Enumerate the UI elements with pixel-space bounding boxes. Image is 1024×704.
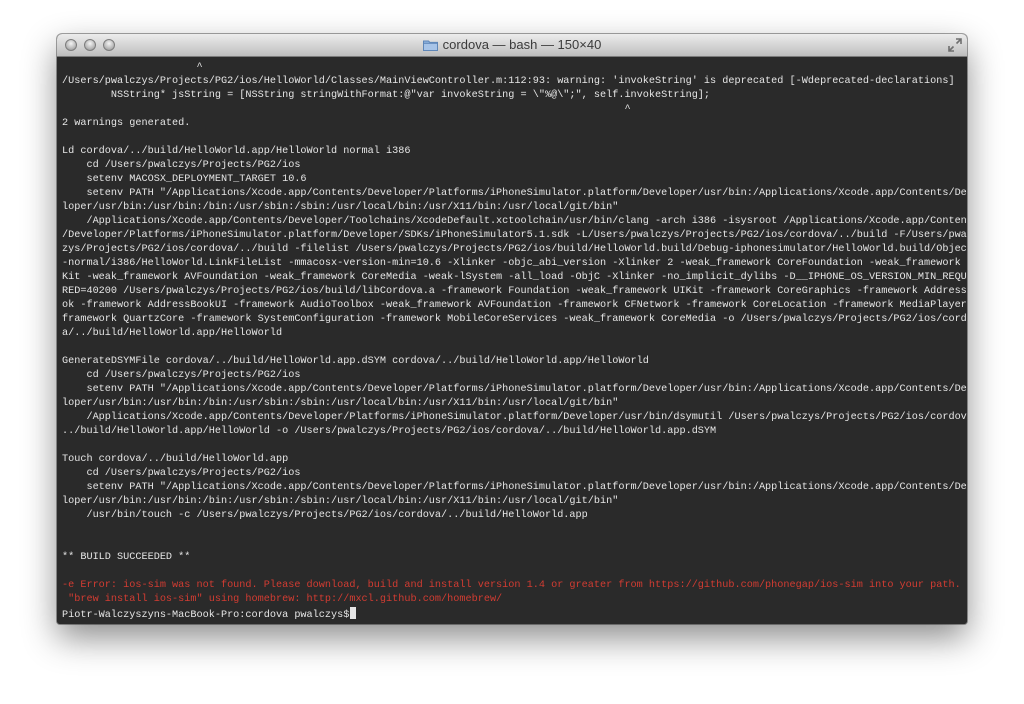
terminal-line: /Applications/Xcode.app/Contents/Develop… xyxy=(62,216,967,227)
terminal-line: Kit -weak_framework AVFoundation -weak_f… xyxy=(62,272,967,283)
terminal-line: ^ xyxy=(62,104,631,115)
terminal-line: zys/Projects/PG2/ios/cordova/../build -f… xyxy=(62,244,967,255)
terminal-line: /Applications/Xcode.app/Contents/Develop… xyxy=(62,412,967,423)
terminal-line: a/../build/HelloWorld.app/HelloWorld xyxy=(62,328,283,339)
folder-icon xyxy=(422,40,438,51)
terminal-line: cd /Users/pwalczys/Projects/PG2/ios xyxy=(62,160,301,171)
title-bar[interactable]: cordova — bash — 150×40 xyxy=(57,34,967,57)
terminal-line: RED=40200 /Users/pwalczys/Projects/PG2/i… xyxy=(62,286,967,297)
terminal-line: 2 warnings generated. xyxy=(62,118,191,129)
terminal-line: loper/usr/bin:/usr/bin:/bin:/usr/sbin:/s… xyxy=(62,496,619,507)
terminal-error-line: -e Error: ios-sim was not found. Please … xyxy=(62,580,967,591)
terminal-window[interactable]: cordova — bash — 150×40 ^ /Users/pwalczys… xyxy=(57,34,967,624)
fullscreen-icon[interactable] xyxy=(948,38,962,52)
terminal-line: Touch cordova/../build/HelloWorld.app xyxy=(62,454,289,465)
terminal-line: ** BUILD SUCCEEDED ** xyxy=(62,552,191,563)
terminal-error-line: "brew install ios-sim" using homebrew: h… xyxy=(62,594,503,605)
terminal-line: loper/usr/bin:/usr/bin:/bin:/usr/sbin:/s… xyxy=(62,202,619,213)
terminal-line: cd /Users/pwalczys/Projects/PG2/ios xyxy=(62,468,301,479)
terminal-line: GenerateDSYMFile cordova/../build/HelloW… xyxy=(62,356,649,367)
terminal-line: loper/usr/bin:/usr/bin:/bin:/usr/sbin:/s… xyxy=(62,398,619,409)
terminal-line: ok -framework AddressBookUI -framework A… xyxy=(62,300,967,311)
terminal-line: setenv PATH "/Applications/Xcode.app/Con… xyxy=(62,482,967,493)
terminal-line: setenv MACOSX_DEPLOYMENT_TARGET 10.6 xyxy=(62,174,307,185)
terminal-line: /Users/pwalczys/Projects/PG2/ios/HelloWo… xyxy=(62,76,955,87)
window-title-group: cordova — bash — 150×40 xyxy=(57,37,967,52)
terminal-line: setenv PATH "/Applications/Xcode.app/Con… xyxy=(62,188,967,199)
terminal-line: ^ xyxy=(62,62,203,73)
terminal-output[interactable]: ^ /Users/pwalczys/Projects/PG2/ios/HelloW… xyxy=(57,57,967,624)
terminal-line: /Developer/Platforms/iPhoneSimulator.pla… xyxy=(62,230,967,241)
terminal-line: ../build/HelloWorld.app/HelloWorld -o /U… xyxy=(62,426,717,437)
text-cursor xyxy=(350,607,357,619)
terminal-line: NSString* jsString = [NSString stringWit… xyxy=(62,90,711,101)
terminal-line: -normal/i386/HelloWorld.LinkFileList -mm… xyxy=(62,258,967,269)
terminal-line: framework QuartzCore -framework SystemCo… xyxy=(62,314,967,325)
terminal-line: /usr/bin/touch -c /Users/pwalczys/Projec… xyxy=(62,510,588,521)
shell-prompt: Piotr-Walczyszyns-MacBook-Pro:cordova pw… xyxy=(62,607,963,621)
terminal-line: cd /Users/pwalczys/Projects/PG2/ios xyxy=(62,370,301,381)
terminal-line: Ld cordova/../build/HelloWorld.app/Hello… xyxy=(62,146,411,157)
terminal-line: setenv PATH "/Applications/Xcode.app/Con… xyxy=(62,384,967,395)
window-title: cordova — bash — 150×40 xyxy=(442,37,602,52)
